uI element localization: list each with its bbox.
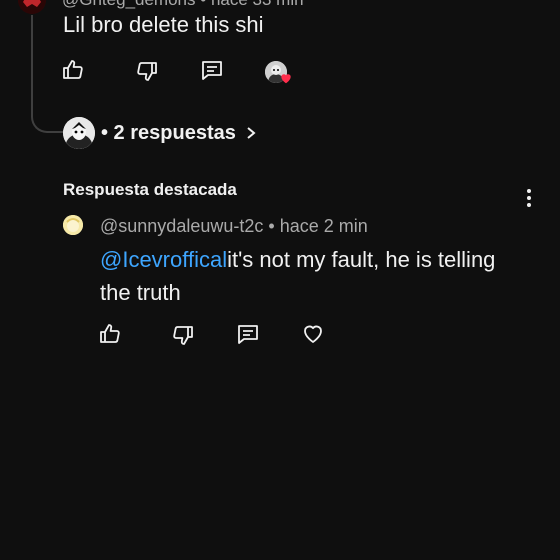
parent-comment-author[interactable]: @Ghteg_demons [62, 0, 196, 9]
reply-time: hace 2 min [279, 216, 368, 236]
reply-text: @Icevrofficalit's not my fault, he is te… [100, 243, 500, 309]
reply-reply-button[interactable] [235, 323, 261, 349]
parent-comment-time: hace 33 min [211, 0, 304, 9]
comment-icon [200, 58, 224, 87]
comments-panel: @Ghteg_demons • hace 33 min Lil bro dele… [0, 0, 560, 560]
parent-comment-meta: @Ghteg_demons • hace 33 min [62, 0, 304, 10]
thread-connector-line [31, 15, 63, 133]
reply-meta: @sunnydaleuwu-t2c • hace 2 min [100, 216, 368, 236]
reply-heart-button[interactable] [300, 323, 326, 349]
thumbs-down-icon [135, 59, 159, 88]
reply-author-handle[interactable]: @sunnydaleuwu-t2c [100, 216, 263, 236]
view-replies-button[interactable]: • 2 respuestas [63, 117, 258, 149]
more-vert-icon[interactable] [520, 188, 538, 208]
thumbs-down-icon [171, 323, 195, 352]
parent-dislike-button[interactable] [134, 60, 160, 86]
thumbs-up-icon [61, 58, 85, 87]
creator-heart-badge [265, 61, 291, 87]
comment-icon [236, 322, 260, 351]
parent-comment-avatar[interactable] [18, 0, 46, 14]
replies-avatar [63, 117, 95, 149]
parent-comment-text: Lil bro delete this shi [63, 12, 264, 37]
replies-count-label: • 2 respuestas [101, 121, 236, 144]
heart-outline-icon [301, 322, 325, 351]
thumbs-up-icon [98, 322, 122, 351]
reply-like-button[interactable] [97, 323, 123, 349]
highlighted-reply-heading: Respuesta destacada [63, 180, 237, 199]
parent-like-button[interactable] [60, 59, 86, 85]
mention-link[interactable]: @Icevroffical [100, 247, 227, 272]
parent-more-icon[interactable] [522, 0, 536, 6]
reply-dislike-button[interactable] [170, 324, 196, 350]
parent-reply-button[interactable] [199, 59, 225, 85]
creator-heart-icon [279, 71, 293, 85]
reply-author-avatar[interactable] [63, 215, 83, 235]
chevron-right-icon [244, 126, 258, 140]
